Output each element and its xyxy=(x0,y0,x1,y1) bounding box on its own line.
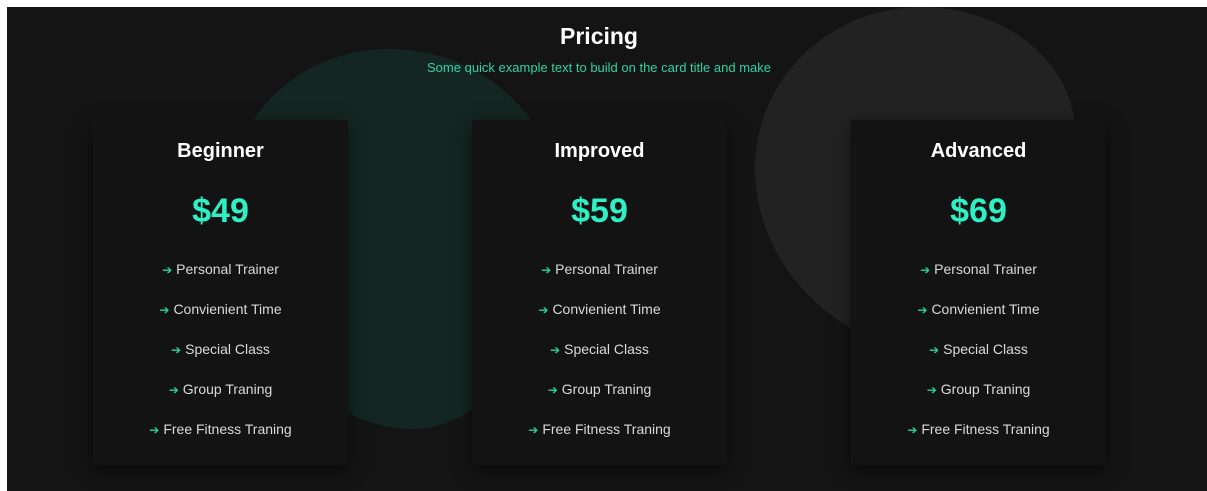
feature-item: ➔ Free Fitness Traning xyxy=(851,410,1106,450)
feature-list: ➔ Personal Trainer ➔ Convienient Time ➔ Spe… xyxy=(472,250,727,450)
feature-label: Free Fitness Traning xyxy=(542,421,671,437)
feature-list: ➔ Personal Trainer ➔ Convienient Time ➔ Spe… xyxy=(93,250,348,450)
arrow-right-icon: ➔ xyxy=(547,383,558,397)
feature-item: ➔ Personal Trainer xyxy=(93,250,348,290)
plan-price: $49 xyxy=(192,192,249,230)
plan-name: Beginner xyxy=(177,140,264,162)
feature-label: Convienient Time xyxy=(173,301,282,317)
feature-item: ➔ Convienient Time xyxy=(472,290,727,330)
feature-label: Free Fitness Traning xyxy=(921,421,1050,437)
feature-item: ➔ Personal Trainer xyxy=(472,250,727,290)
arrow-right-icon: ➔ xyxy=(541,263,552,277)
arrow-right-icon: ➔ xyxy=(159,303,170,317)
plan-price: $59 xyxy=(571,192,628,230)
section-title: Pricing xyxy=(560,23,638,49)
arrow-right-icon: ➔ xyxy=(917,303,928,317)
feature-label: Special Class xyxy=(185,341,270,357)
feature-label: Convienient Time xyxy=(552,301,661,317)
plan-card-beginner: Beginner $49 ➔ Personal Trainer ➔ Convieni… xyxy=(93,120,348,465)
plan-price: $69 xyxy=(950,192,1007,230)
arrow-right-icon: ➔ xyxy=(528,423,539,437)
feature-item: ➔ Free Fitness Traning xyxy=(93,410,348,450)
plan-name: Improved xyxy=(554,140,645,162)
arrow-right-icon: ➔ xyxy=(920,263,931,277)
feature-label: Special Class xyxy=(943,341,1028,357)
feature-label: Personal Trainer xyxy=(176,261,279,277)
feature-item: ➔ Group Traning xyxy=(472,370,727,410)
feature-label: Group Traning xyxy=(561,381,652,397)
feature-item: ➔ Group Traning xyxy=(851,370,1106,410)
feature-item: ➔ Special Class xyxy=(472,330,727,370)
feature-list: ➔ Personal Trainer ➔ Convienient Time ➔ Spe… xyxy=(851,250,1106,450)
arrow-right-icon: ➔ xyxy=(168,383,179,397)
feature-label: Personal Trainer xyxy=(555,261,658,277)
feature-label: Free Fitness Traning xyxy=(163,421,292,437)
pricing-section: Pricing Some quick example text to build… xyxy=(7,7,1207,491)
plan-name: Advanced xyxy=(930,140,1027,162)
feature-label: Convienient Time xyxy=(931,301,1040,317)
feature-item: ➔ Convienient Time xyxy=(851,290,1106,330)
arrow-right-icon: ➔ xyxy=(162,263,173,277)
arrow-right-icon: ➔ xyxy=(929,343,940,357)
feature-item: ➔ Personal Trainer xyxy=(851,250,1106,290)
feature-item: ➔ Free Fitness Traning xyxy=(472,410,727,450)
pricing-header: Pricing Some quick example text to build… xyxy=(7,21,1191,77)
feature-label: Group Traning xyxy=(940,381,1031,397)
feature-item: ➔ Group Traning xyxy=(93,370,348,410)
feature-label: Group Traning xyxy=(182,381,273,397)
section-subtitle: Some quick example text to build on the … xyxy=(427,60,771,75)
arrow-right-icon: ➔ xyxy=(550,343,561,357)
arrow-right-icon: ➔ xyxy=(149,423,160,437)
feature-item: ➔ Special Class xyxy=(851,330,1106,370)
feature-label: Personal Trainer xyxy=(934,261,1037,277)
arrow-right-icon: ➔ xyxy=(171,343,182,357)
arrow-right-icon: ➔ xyxy=(926,383,937,397)
feature-item: ➔ Special Class xyxy=(93,330,348,370)
feature-item: ➔ Convienient Time xyxy=(93,290,348,330)
plan-card-advanced: Advanced $69 ➔ Personal Trainer ➔ Convieni… xyxy=(851,120,1106,465)
plan-card-improved: Improved $59 ➔ Personal Trainer ➔ Convieni… xyxy=(472,120,727,465)
arrow-right-icon: ➔ xyxy=(538,303,549,317)
feature-label: Special Class xyxy=(564,341,649,357)
arrow-right-icon: ➔ xyxy=(907,423,918,437)
